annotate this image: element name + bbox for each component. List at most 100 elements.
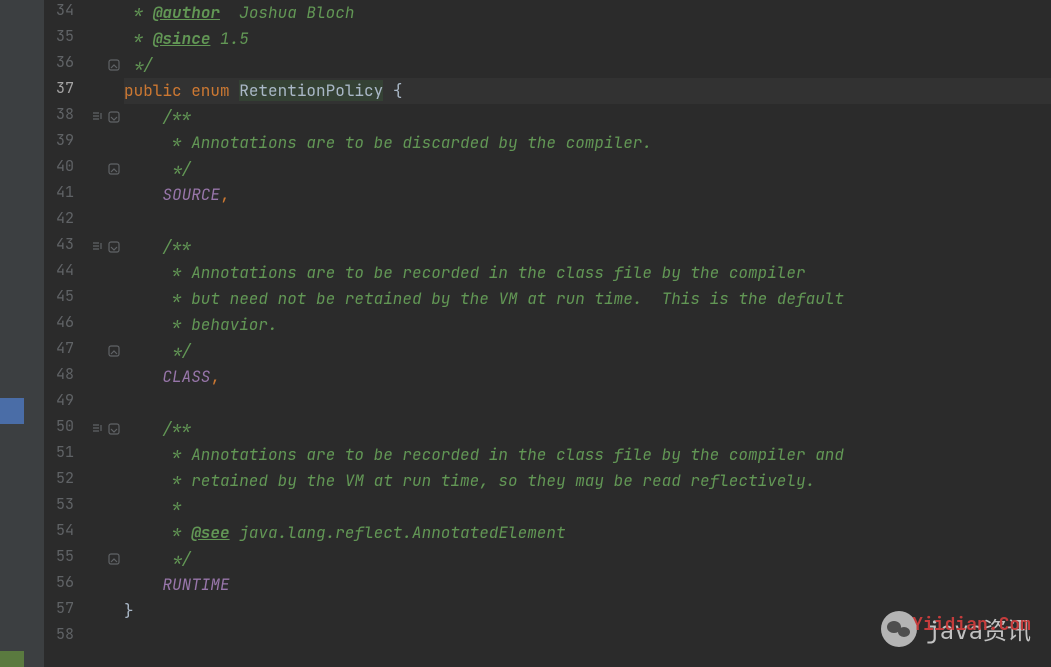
line-number[interactable]: 49 (44, 390, 84, 416)
line-number[interactable]: 42 (44, 208, 84, 234)
fold-gutter[interactable] (84, 416, 124, 442)
code-line[interactable]: * Annotations are to be recorded in the … (124, 260, 1051, 286)
code-line[interactable]: * @author Joshua Bloch (124, 0, 1051, 26)
line-number[interactable]: 50 (44, 416, 84, 442)
code-line[interactable]: * Annotations are to be discarded by the… (124, 130, 1051, 156)
code-line[interactable]: RUNTIME (124, 572, 1051, 598)
line-number[interactable]: 52 (44, 468, 84, 494)
fold-gutter[interactable] (84, 364, 124, 390)
code-line[interactable]: /** (124, 234, 1051, 260)
fold-gutter[interactable] (84, 208, 124, 234)
fold-toggle-icon[interactable] (108, 423, 120, 435)
code-row[interactable]: 51 * Annotations are to be recorded in t… (44, 442, 1051, 468)
code-line[interactable]: * behavior. (124, 312, 1051, 338)
fold-gutter[interactable] (84, 286, 124, 312)
line-number[interactable]: 36 (44, 52, 84, 78)
code-row[interactable]: 42 (44, 208, 1051, 234)
line-number[interactable]: 47 (44, 338, 84, 364)
fold-gutter[interactable] (84, 390, 124, 416)
code-row[interactable]: 49 (44, 390, 1051, 416)
code-line[interactable]: * (124, 494, 1051, 520)
fold-gutter[interactable] (84, 26, 124, 52)
fold-gutter[interactable] (84, 260, 124, 286)
code-line[interactable]: * Annotations are to be recorded in the … (124, 442, 1051, 468)
fold-gutter[interactable] (84, 338, 124, 364)
code-row[interactable]: 34 * @author Joshua Bloch (44, 0, 1051, 26)
code-row[interactable]: 53 * (44, 494, 1051, 520)
code-row[interactable]: 52 * retained by the VM at run time, so … (44, 468, 1051, 494)
fold-gutter[interactable] (84, 234, 124, 260)
line-number[interactable]: 37 (44, 78, 84, 104)
code-line[interactable]: * @since 1.5 (124, 26, 1051, 52)
line-number[interactable]: 46 (44, 312, 84, 338)
fold-gutter[interactable] (84, 182, 124, 208)
fold-gutter[interactable] (84, 520, 124, 546)
line-number[interactable]: 45 (44, 286, 84, 312)
fold-gutter[interactable] (84, 104, 124, 130)
line-number[interactable]: 55 (44, 546, 84, 572)
code-line[interactable]: * but need not be retained by the VM at … (124, 286, 1051, 312)
code-line[interactable]: * retained by the VM at run time, so the… (124, 468, 1051, 494)
fold-toggle-icon[interactable] (108, 59, 120, 71)
fold-gutter[interactable] (84, 312, 124, 338)
code-line[interactable]: */ (124, 156, 1051, 182)
code-row[interactable]: 35 * @since 1.5 (44, 26, 1051, 52)
code-line[interactable]: * @see java.lang.reflect.AnnotatedElemen… (124, 520, 1051, 546)
code-line[interactable]: /** (124, 104, 1051, 130)
code-row[interactable]: 47 */ (44, 338, 1051, 364)
fold-toggle-icon[interactable] (108, 553, 120, 565)
line-number[interactable]: 44 (44, 260, 84, 286)
fold-gutter[interactable] (84, 572, 124, 598)
code-row[interactable]: 41 SOURCE, (44, 182, 1051, 208)
code-row[interactable]: 38 /** (44, 104, 1051, 130)
code-line[interactable]: SOURCE, (124, 182, 1051, 208)
code-row[interactable]: 50 /** (44, 416, 1051, 442)
line-number[interactable]: 53 (44, 494, 84, 520)
editor-main[interactable]: 34 * @author Joshua Bloch35 * @since 1.5… (44, 0, 1051, 667)
scroll-marker[interactable] (0, 398, 24, 424)
fold-toggle-icon[interactable] (108, 111, 120, 123)
line-number[interactable]: 58 (44, 624, 84, 650)
code-row[interactable]: 48 CLASS, (44, 364, 1051, 390)
code-row[interactable]: 36 */ (44, 52, 1051, 78)
fold-gutter[interactable] (84, 624, 124, 650)
code-row[interactable]: 45 * but need not be retained by the VM … (44, 286, 1051, 312)
line-number[interactable]: 35 (44, 26, 84, 52)
code-row[interactable]: 39 * Annotations are to be discarded by … (44, 130, 1051, 156)
fold-gutter[interactable] (84, 468, 124, 494)
line-number[interactable]: 48 (44, 364, 84, 390)
line-number[interactable]: 41 (44, 182, 84, 208)
code-row[interactable]: 55 */ (44, 546, 1051, 572)
fold-gutter[interactable] (84, 546, 124, 572)
fold-toggle-icon[interactable] (108, 345, 120, 357)
line-number[interactable]: 40 (44, 156, 84, 182)
fold-gutter[interactable] (84, 130, 124, 156)
line-number[interactable]: 43 (44, 234, 84, 260)
line-number[interactable]: 39 (44, 130, 84, 156)
code-line[interactable] (124, 390, 1051, 416)
fold-gutter[interactable] (84, 156, 124, 182)
code-line[interactable]: CLASS, (124, 364, 1051, 390)
fold-gutter[interactable] (84, 52, 124, 78)
fold-gutter[interactable] (84, 442, 124, 468)
fold-gutter[interactable] (84, 494, 124, 520)
line-number[interactable]: 51 (44, 442, 84, 468)
fold-gutter[interactable] (84, 598, 124, 624)
code-row[interactable]: 40 */ (44, 156, 1051, 182)
code-row[interactable]: 54 * @see java.lang.reflect.AnnotatedEle… (44, 520, 1051, 546)
fold-gutter[interactable] (84, 78, 124, 104)
code-line[interactable]: /** (124, 416, 1051, 442)
code-row[interactable]: 56 RUNTIME (44, 572, 1051, 598)
code-line[interactable]: */ (124, 338, 1051, 364)
line-number[interactable]: 54 (44, 520, 84, 546)
fold-gutter[interactable] (84, 0, 124, 26)
code-line[interactable]: */ (124, 546, 1051, 572)
code-row[interactable]: 44 * Annotations are to be recorded in t… (44, 260, 1051, 286)
line-number[interactable]: 57 (44, 598, 84, 624)
code-line[interactable]: public enum RetentionPolicy { (124, 78, 1051, 104)
fold-toggle-icon[interactable] (108, 241, 120, 253)
code-line[interactable]: */ (124, 52, 1051, 78)
line-number[interactable]: 38 (44, 104, 84, 130)
line-number[interactable]: 56 (44, 572, 84, 598)
line-number[interactable]: 34 (44, 0, 84, 26)
